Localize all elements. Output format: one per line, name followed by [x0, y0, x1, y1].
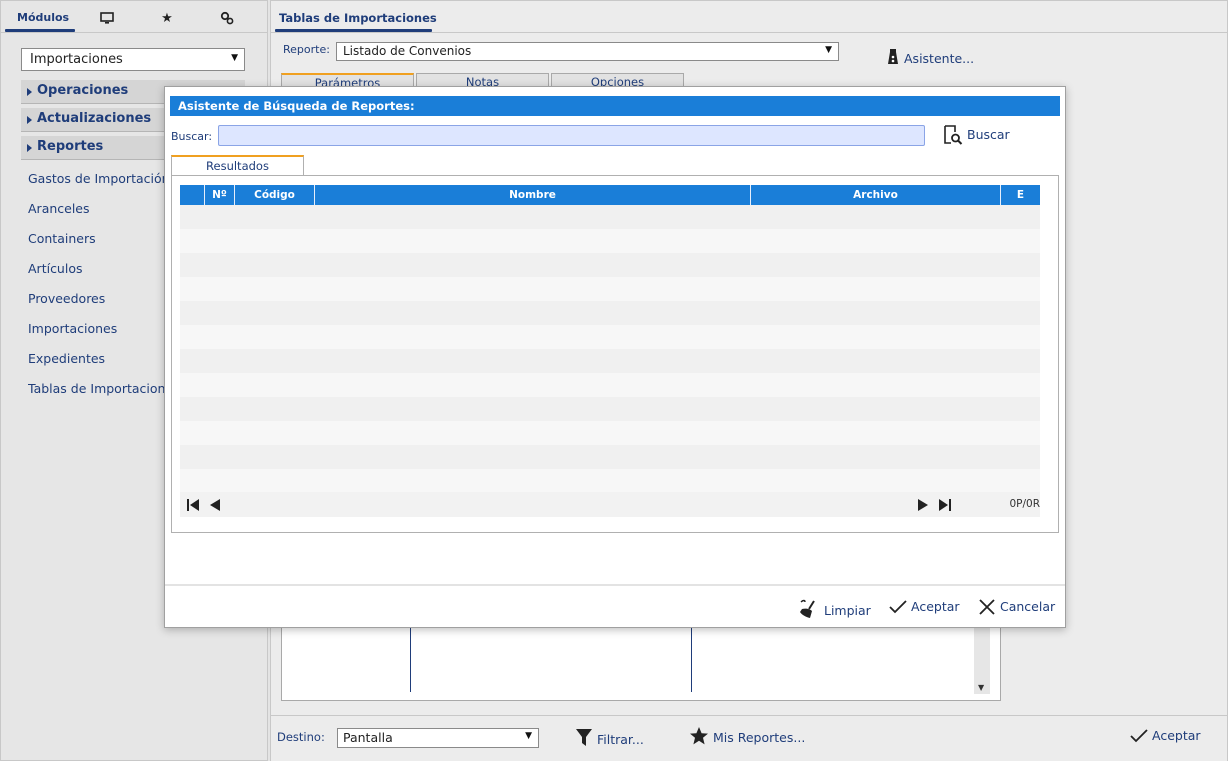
pager-count: 0P/0R: [1009, 498, 1040, 510]
section-label: Actualizaciones: [37, 111, 152, 126]
destino-select-value: Pantalla: [343, 730, 393, 745]
monitor-icon[interactable]: [99, 11, 115, 27]
star-icon[interactable]: ★: [159, 11, 175, 27]
checkmark-icon: [889, 600, 907, 614]
checkmark-icon: [1130, 729, 1148, 743]
aceptar-main-label: Aceptar: [1152, 728, 1201, 743]
column-divider: [691, 628, 692, 692]
table-row: [180, 229, 1040, 253]
aceptar-dialog-button[interactable]: Aceptar: [889, 599, 960, 615]
header-nombre[interactable]: Nombre: [315, 185, 751, 205]
section-label: Reportes: [37, 139, 104, 154]
broom-icon: [800, 599, 815, 618]
filtrar-label: Filtrar...: [597, 732, 644, 747]
bottom-bar: Destino: Pantalla ▼ Filtrar... Mis Repor…: [271, 715, 1227, 761]
aceptar-dialog-label: Aceptar: [911, 599, 960, 614]
main-tabs-bar: Tablas de Importaciones: [271, 1, 1227, 33]
table-row: [180, 349, 1040, 373]
cancelar-button[interactable]: Cancelar: [978, 599, 1055, 615]
scrollbar[interactable]: ▼: [974, 622, 990, 694]
header-archivo[interactable]: Archivo: [751, 185, 1001, 205]
caret-down-icon: ▼: [825, 45, 832, 55]
caret-down-icon: ▼: [231, 53, 238, 63]
tab-modulos[interactable]: Módulos: [17, 11, 69, 24]
results-table: Nº Código Nombre Archivo E: [180, 185, 1040, 493]
buscar-button-label: Buscar: [967, 127, 1010, 142]
search-input[interactable]: [218, 125, 925, 146]
pager: 0P/0R: [180, 492, 1040, 517]
close-icon: [979, 599, 995, 615]
parameters-box: ▼: [281, 621, 1001, 701]
section-label: Operaciones: [37, 83, 129, 98]
table-row: [180, 277, 1040, 301]
dialog-title: Asistente de Búsqueda de Reportes:: [170, 96, 1060, 116]
tab-tablas-importaciones[interactable]: Tablas de Importaciones: [279, 11, 437, 25]
left-tabs-bar: Módulos ★: [1, 1, 267, 33]
cancelar-label: Cancelar: [1000, 599, 1056, 614]
gears-icon[interactable]: [219, 11, 235, 27]
scroll-down-icon[interactable]: ▼: [978, 683, 984, 692]
header-codigo[interactable]: Código: [235, 185, 315, 205]
mis-reportes-button[interactable]: Mis Reportes...: [689, 726, 805, 746]
previous-page-icon[interactable]: [208, 498, 222, 512]
funnel-icon: [576, 729, 592, 746]
caret-right-icon: [27, 144, 32, 152]
limpiar-label: Limpiar: [824, 603, 871, 618]
table-row: [180, 445, 1040, 469]
caret-right-icon: [27, 116, 32, 124]
asistente-button[interactable]: Asistente...: [886, 48, 974, 66]
module-select-value: Importaciones: [30, 52, 123, 67]
header-numero[interactable]: Nº: [205, 185, 235, 205]
reporte-label: Reporte:: [283, 43, 330, 56]
wizard-icon: [888, 49, 898, 64]
caret-down-icon: ▼: [525, 731, 532, 741]
table-row: [180, 325, 1040, 349]
table-row: [180, 397, 1040, 421]
active-tab-indicator: [275, 29, 432, 32]
aceptar-main-button[interactable]: Aceptar: [1130, 728, 1201, 744]
table-row: [180, 469, 1040, 493]
dialog-separator: [165, 584, 1065, 586]
asistente-label: Asistente...: [904, 51, 975, 66]
buscar-label: Buscar:: [171, 130, 213, 143]
reporte-select[interactable]: Listado de Convenios ▼: [336, 42, 839, 61]
buscar-button[interactable]: Buscar: [943, 125, 1010, 145]
active-tab-indicator: [5, 29, 75, 32]
table-row: [180, 373, 1040, 397]
filtrar-button[interactable]: Filtrar...: [575, 728, 644, 748]
destino-select[interactable]: Pantalla ▼: [337, 728, 539, 748]
next-page-icon[interactable]: [916, 498, 930, 512]
mis-reportes-label: Mis Reportes...: [713, 730, 806, 745]
destino-label: Destino:: [277, 730, 325, 744]
limpiar-button[interactable]: Limpiar: [798, 599, 871, 619]
tab-resultados[interactable]: Resultados: [171, 155, 304, 175]
reporte-select-value: Listado de Convenios: [343, 44, 472, 58]
module-select[interactable]: Importaciones ▼: [21, 48, 245, 71]
header-e[interactable]: E: [1001, 185, 1040, 205]
table-row: [180, 205, 1040, 229]
first-page-icon[interactable]: [186, 498, 200, 512]
search-reports-dialog: Asistente de Búsqueda de Reportes: Busca…: [164, 86, 1066, 628]
results-panel: Nº Código Nombre Archivo E 0P/0R: [171, 175, 1059, 533]
table-row: [180, 421, 1040, 445]
last-page-icon[interactable]: [938, 498, 952, 512]
search-document-icon: [944, 125, 963, 145]
header-select-column: [180, 185, 205, 205]
star-icon: [690, 727, 708, 745]
caret-right-icon: [27, 88, 32, 96]
table-header: Nº Código Nombre Archivo E: [180, 185, 1040, 205]
column-divider: [410, 628, 411, 692]
table-row: [180, 301, 1040, 325]
table-row: [180, 253, 1040, 277]
